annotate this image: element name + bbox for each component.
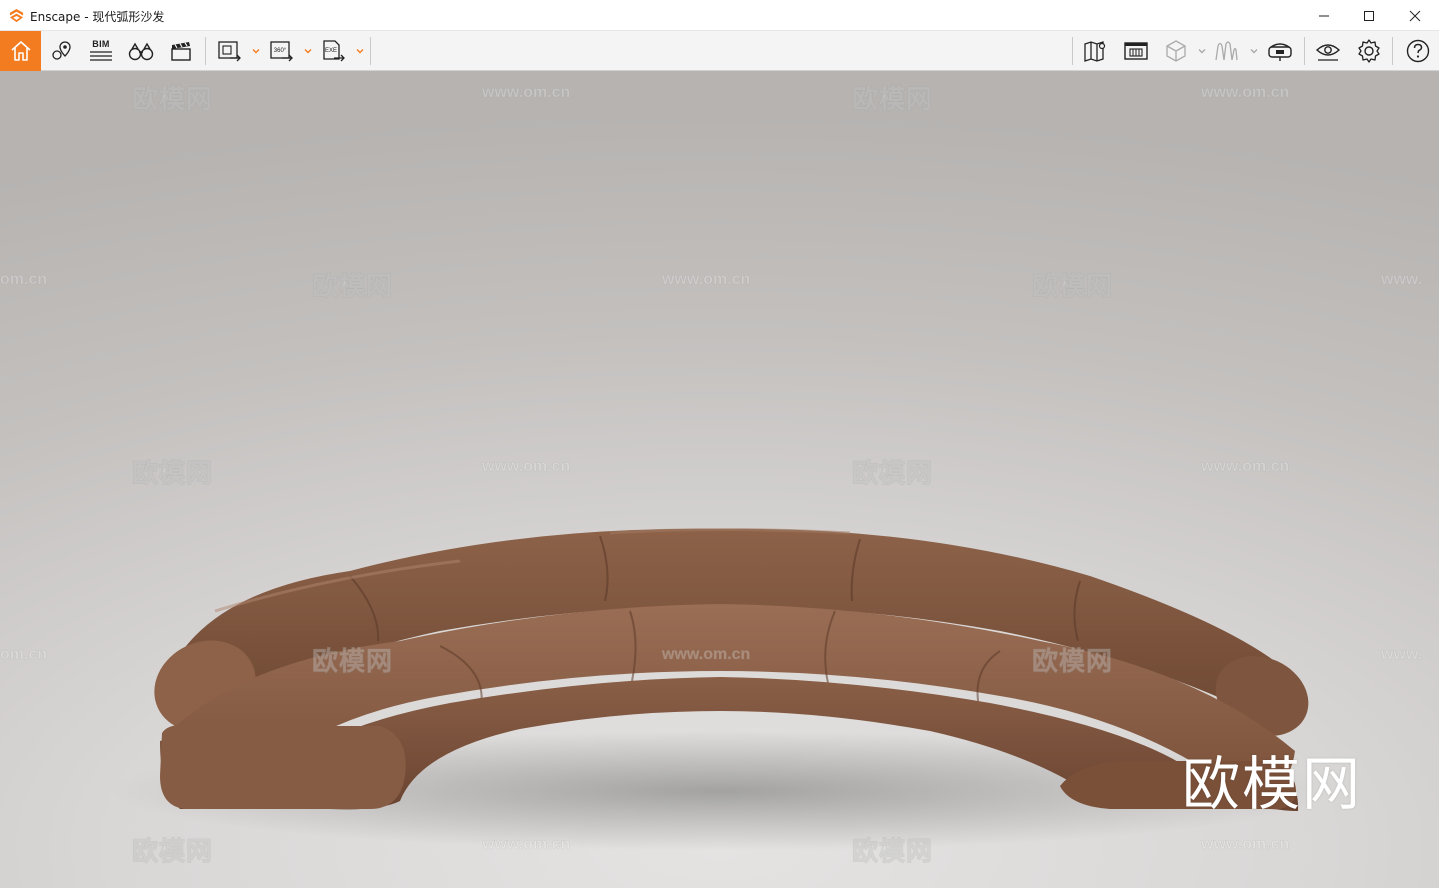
toolbar-separator (1392, 37, 1393, 65)
batch-render-button[interactable] (214, 31, 246, 71)
watermark-url: www.om.cn (482, 836, 571, 854)
main-toolbar: BIM 360° EXE (0, 31, 1439, 71)
bim-button[interactable]: BIM (86, 31, 116, 71)
minimize-icon (1319, 15, 1329, 16)
visual-preset-button[interactable] (1210, 31, 1242, 71)
map-button[interactable] (1080, 31, 1112, 71)
clapper-icon (171, 42, 191, 61)
exe-label: EXE (325, 48, 337, 54)
vr-headset-button[interactable] (1264, 31, 1296, 71)
maximize-button[interactable] (1346, 0, 1392, 31)
batch-render-icon (218, 41, 241, 62)
watermark-text: 欧模网 (851, 837, 934, 868)
watermark-url: www. (1381, 646, 1423, 664)
bim-label: BIM (92, 39, 110, 49)
settings-button[interactable] (1353, 31, 1385, 71)
render-viewport[interactable]: 欧模网 www.om.cn 欧模网 www.om.cn om.cn 欧模网 ww… (0, 71, 1439, 888)
home-button[interactable] (0, 31, 41, 71)
cube-view-dropdown-icon[interactable] (1198, 47, 1206, 55)
bim-icon (90, 51, 112, 61)
location-pin-icon (52, 41, 71, 60)
watermark-url: www.om.cn (662, 646, 751, 664)
map-icon (1084, 41, 1106, 62)
batch-render-dropdown-icon[interactable] (252, 47, 260, 55)
toolbar-separator (1304, 37, 1305, 65)
exe-export-icon: EXE (323, 40, 345, 62)
panorama-dropdown-icon[interactable] (304, 47, 312, 55)
exe-export-button[interactable]: EXE (318, 31, 350, 71)
toolbar-separator (370, 37, 371, 65)
binoculars-icon (128, 42, 154, 61)
settings-icon (1358, 39, 1380, 63)
cube-view-button[interactable] (1160, 31, 1192, 71)
panorama-export-button[interactable]: 360° (266, 31, 298, 71)
panorama-export-icon: 360° (270, 41, 293, 62)
toolbar-separator (205, 37, 206, 65)
video-editor-button[interactable] (166, 31, 196, 71)
watermark-text: 欧模网 (311, 647, 394, 678)
panorama-label: 360° (274, 48, 287, 54)
large-watermark: 欧模网 (1182, 750, 1363, 818)
watermark-url: om.cn (0, 646, 48, 664)
view-settings-button[interactable] (1312, 31, 1344, 71)
cube-view-icon (1166, 40, 1186, 62)
window-title: Enscape - 现代弧形沙发 (30, 10, 165, 24)
close-button[interactable] (1392, 0, 1438, 31)
enscape-logo-icon (9, 8, 24, 23)
asset-library-icon (1124, 42, 1148, 60)
toolbar-separator (1072, 37, 1073, 65)
vr-headset-icon (1268, 43, 1292, 61)
asset-library-button[interactable] (1120, 31, 1152, 71)
visual-preset-icon (1215, 41, 1238, 61)
eye-icon (1315, 44, 1341, 61)
exe-dropdown-icon[interactable] (356, 47, 364, 55)
visual-preset-dropdown-icon[interactable] (1250, 47, 1258, 55)
help-icon (1406, 39, 1430, 63)
views-button[interactable] (126, 31, 156, 71)
help-button[interactable] (1402, 31, 1434, 71)
minimize-button[interactable] (1301, 0, 1347, 31)
watermark-text: 欧模网 (1031, 647, 1114, 678)
maximize-icon (1364, 10, 1374, 21)
close-icon (1409, 10, 1421, 21)
location-button[interactable] (46, 31, 76, 71)
title-bar: Enscape - 现代弧形沙发 (0, 0, 1439, 31)
home-icon (10, 41, 31, 61)
watermark-url: www.om.cn (1201, 836, 1290, 854)
watermark-text: 欧模网 (131, 837, 214, 868)
